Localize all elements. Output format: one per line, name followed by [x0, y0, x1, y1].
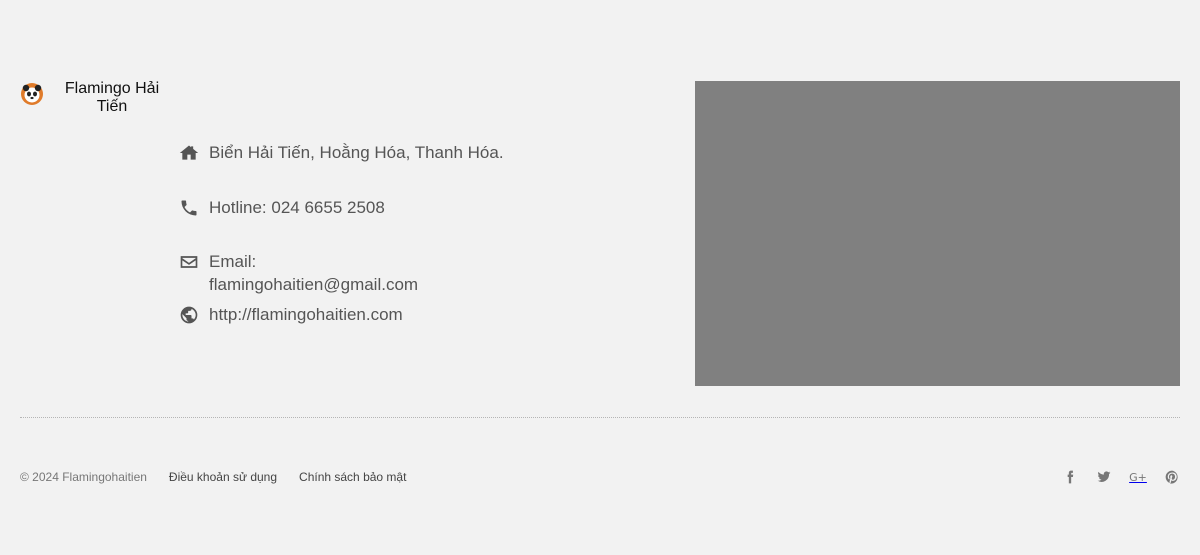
contact-hotline: Hotline: 024 6655 2508: [178, 196, 598, 219]
contact-email: Email: flamingohaitien@gmail.com: [178, 250, 598, 296]
brand-name: Flamingo Hải Tiến: [64, 80, 160, 115]
twitter-icon[interactable]: [1096, 469, 1112, 485]
footer-page: Flamingo Hải Tiến Biển Hải Tiến, Hoằng H…: [0, 0, 1200, 555]
panda-logo-icon: [21, 83, 43, 105]
map-placeholder[interactable]: [695, 81, 1180, 386]
contact-address: Biển Hải Tiến, Hoằng Hóa, Thanh Hóa.: [178, 141, 598, 164]
footer-divider: [20, 417, 1180, 418]
website-link[interactable]: http://flamingohaitien.com: [209, 303, 403, 326]
brand[interactable]: Flamingo Hải Tiến: [20, 80, 172, 116]
envelope-icon: [178, 250, 199, 273]
social-links: G+: [1062, 469, 1180, 485]
pinterest-icon[interactable]: [1164, 469, 1180, 485]
terms-link[interactable]: Điều khoản sử dụng: [169, 470, 277, 484]
bottom-bar: © 2024 Flamingohaitien Điều khoản sử dụn…: [20, 468, 1180, 486]
privacy-link[interactable]: Chính sách bảo mật: [299, 470, 406, 484]
facebook-icon[interactable]: [1062, 469, 1078, 485]
hotline-text: Hotline: 024 6655 2508: [209, 198, 385, 217]
bottom-left: © 2024 Flamingohaitien Điều khoản sử dụn…: [20, 470, 406, 484]
contact-website[interactable]: http://flamingohaitien.com: [178, 303, 598, 326]
phone-icon: [178, 196, 199, 219]
address-text: Biển Hải Tiến, Hoằng Hóa, Thanh Hóa.: [209, 143, 504, 162]
copyright-text: © 2024 Flamingohaitien: [20, 470, 147, 484]
google-plus-icon[interactable]: G+: [1129, 469, 1147, 485]
globe-icon: [178, 303, 199, 326]
contact-info: Biển Hải Tiến, Hoằng Hóa, Thanh Hóa. Hot…: [178, 138, 598, 326]
home-icon: [178, 141, 199, 164]
email-text: Email: flamingohaitien@gmail.com: [209, 252, 419, 294]
